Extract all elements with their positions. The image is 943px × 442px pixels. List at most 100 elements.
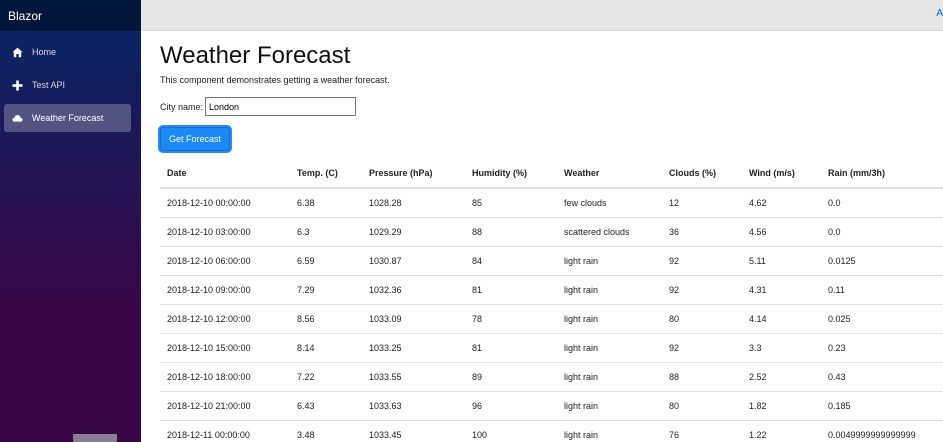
- table-row: 2018-12-10 21:00:00 6.43 1033.63 96 light ra…: [160, 390, 943, 420]
- table-cell: 80: [662, 390, 742, 420]
- table-cell: 4.31: [742, 274, 821, 304]
- sidebar-item-label: Weather Forecast: [32, 113, 104, 123]
- table-cell: 8.14: [290, 332, 362, 362]
- sidebar: Blazor Home Test API Weather Forecast: [0, 0, 141, 442]
- sidebar-item-home[interactable]: Home: [4, 38, 131, 66]
- sidebar-item-label: Home: [32, 47, 57, 57]
- table-cell: 6.43: [290, 390, 362, 420]
- table-cell: 1.22: [742, 419, 821, 442]
- table-cell: 7.22: [290, 361, 362, 391]
- table-cell: 12: [669, 197, 680, 208]
- table-cell: 4.56: [742, 216, 821, 246]
- table-cell: 80: [662, 303, 742, 333]
- cloud-icon: [12, 113, 23, 124]
- table-cell: 1033.45: [362, 419, 465, 442]
- table-cell: 89: [465, 361, 557, 391]
- app-root: Blazor Home Test API Weather Forecast A …: [0, 0, 943, 442]
- table-cell: 8.56: [290, 303, 362, 333]
- table-cell: light rain: [557, 419, 662, 442]
- table-cell: light rain: [557, 390, 662, 420]
- table-row: 2018-12-10 00:00:00 6.38 1028.28 85 few clou…: [160, 188, 943, 217]
- column-header: Weather: [557, 159, 662, 189]
- table-cell: 6.3: [290, 216, 362, 246]
- table-cell: 6.38: [297, 197, 315, 208]
- table-cell: 88: [465, 216, 557, 246]
- column-header: Pressure (hPa): [362, 159, 465, 189]
- table-row: 2018-12-10 12:00:00 8.56 1033.09 78 light ra…: [160, 303, 943, 333]
- column-header: Humidity (%): [465, 159, 557, 189]
- table-cell: 3.3: [742, 332, 821, 362]
- table-row: 2018-12-10 06:00:00 6.59 1030.87 84 light ra…: [160, 245, 943, 275]
- table-cell: light rain: [557, 303, 662, 333]
- table-cell: 81: [465, 274, 557, 304]
- table-header-row: Date Temp. (C) Pressure (hPa) Humidity (%) W…: [160, 159, 943, 189]
- city-label: City name:: [160, 101, 204, 112]
- column-header: Wind (m/s): [742, 159, 821, 189]
- table-cell: 6.59: [290, 245, 362, 275]
- table-cell: light rain: [557, 332, 662, 362]
- brand-bar: Blazor: [0, 0, 141, 31]
- column-header: Date: [160, 159, 290, 189]
- sidebar-badge: [73, 434, 117, 442]
- table-cell: 2018-12-10 18:00:00: [160, 361, 290, 391]
- table-cell: 84: [465, 245, 557, 275]
- city-input[interactable]: [205, 97, 357, 116]
- table-cell: 76: [662, 419, 742, 442]
- table-cell: 2018-12-10 00:00:00: [167, 197, 251, 208]
- nav-menu: Home Test API Weather Forecast: [0, 31, 141, 132]
- table-row: 2018-12-10 03:00:00 6.3 1029.29 88 scattered…: [160, 216, 943, 246]
- table-cell: 0.0049999999999999: [821, 419, 943, 442]
- plus-icon: [12, 80, 23, 91]
- table-cell: few clouds: [564, 197, 607, 208]
- sidebar-item-weather-forecast[interactable]: Weather Forecast: [4, 104, 131, 132]
- get-forecast-button[interactable]: Get Forecast: [160, 127, 230, 151]
- table-cell: 92: [662, 332, 742, 362]
- table-row: 2018-12-11 00:00:00 3.48 1033.45 100 light r…: [160, 419, 943, 442]
- table-cell: 5.11: [742, 245, 821, 275]
- city-row: City name:: [160, 97, 357, 116]
- table-cell: 2018-12-10 06:00:00: [160, 245, 290, 275]
- page-description: This component demonstrates getting a we…: [160, 75, 390, 85]
- table-cell: 0.185: [821, 390, 943, 420]
- table-cell: 0.43: [821, 361, 943, 391]
- table-cell: light rain: [557, 361, 662, 391]
- table-cell: scattered clouds: [557, 216, 662, 246]
- table-cell: 2018-12-10 03:00:00: [160, 216, 290, 246]
- sidebar-item-test-api[interactable]: Test API: [4, 71, 131, 99]
- table-cell: light rain: [557, 245, 662, 275]
- table-cell: 88: [662, 361, 742, 391]
- table-row: 2018-12-10 09:00:00 7.29 1032.36 81 light ra…: [160, 274, 943, 304]
- column-header: Rain (mm/3h): [821, 159, 943, 189]
- table-cell: 4.14: [742, 303, 821, 333]
- table-cell: 1028.28: [369, 197, 402, 208]
- table-cell: 1033.55: [362, 361, 465, 391]
- table-cell: 92: [662, 274, 742, 304]
- table-cell: 0.23: [821, 332, 943, 362]
- table-cell: 3.48: [290, 419, 362, 442]
- table-row: 2018-12-10 18:00:00 7.22 1033.55 89 light ra…: [160, 361, 943, 391]
- table-cell: 96: [465, 390, 557, 420]
- brand-link[interactable]: Blazor: [8, 10, 42, 22]
- page-title: Weather Forecast: [160, 42, 351, 69]
- table-row: 2018-12-10 15:00:00 8.14 1033.25 81 light ra…: [160, 332, 943, 362]
- forecast-table: Date Temp. (C) Pressure (hPa) Humidity (%) W…: [160, 159, 943, 442]
- sidebar-item-label: Test API: [32, 80, 66, 90]
- about-link[interactable]: A: [936, 8, 943, 19]
- table-cell: 0.0: [828, 197, 841, 208]
- table-cell: 78: [465, 303, 557, 333]
- table-cell: 2018-12-10 12:00:00: [160, 303, 290, 333]
- table-cell: light rain: [557, 274, 662, 304]
- table-cell: 2018-12-10 09:00:00: [160, 274, 290, 304]
- top-bar: A: [141, 0, 943, 31]
- table-cell: 0.0: [821, 216, 943, 246]
- table-cell: 2.52: [742, 361, 821, 391]
- table-cell: 81: [465, 332, 557, 362]
- table-cell: 1029.29: [362, 216, 465, 246]
- table-cell: 1032.36: [362, 274, 465, 304]
- table-cell: 1033.09: [362, 303, 465, 333]
- table-cell: 7.29: [290, 274, 362, 304]
- table-cell: 85: [472, 197, 483, 208]
- column-header: Temp. (C): [290, 159, 362, 189]
- table-cell: 1.82: [742, 390, 821, 420]
- column-header: Clouds (%): [662, 159, 742, 189]
